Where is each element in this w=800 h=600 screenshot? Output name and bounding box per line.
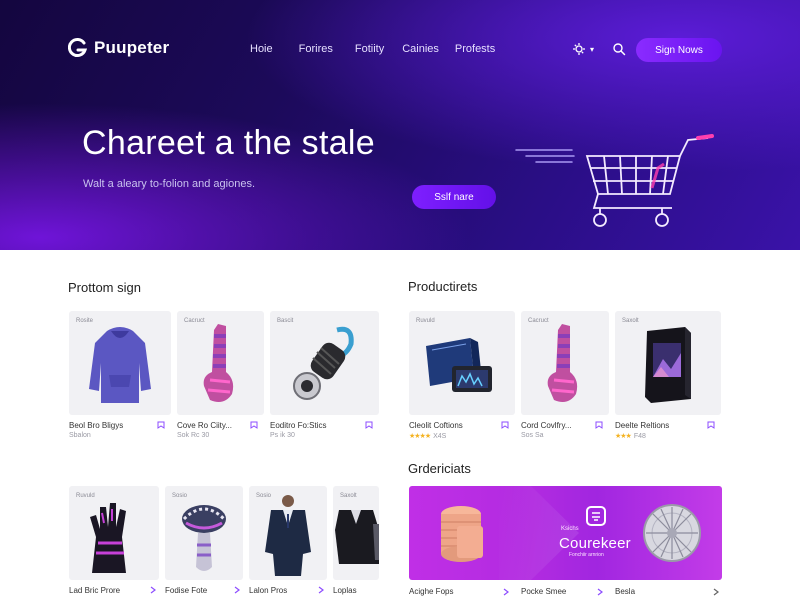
bookmark-icon[interactable] [365, 421, 373, 429]
product-image: Bascit [270, 311, 379, 415]
product-card[interactable]: Bascit Eoditro Fo:Stics Ps ik 30 [270, 311, 379, 446]
logo[interactable]: Puupeter [68, 38, 169, 58]
product-name: Deelte Reltions [615, 421, 670, 430]
promo-brand-tag: Fonchiir arnrion [569, 552, 604, 558]
product-name: Loplas [333, 586, 357, 595]
promo-caption-3[interactable]: Besla [615, 587, 635, 596]
section-title-productirets: Productirets [408, 279, 478, 294]
bookmark-icon[interactable] [707, 421, 715, 429]
product-card[interactable]: Ruvuld Cleolit Coftions ★★★★ X4S [409, 311, 515, 446]
logo-icon [68, 38, 88, 57]
bookmark-icon[interactable] [250, 421, 258, 429]
product-meta: Ps ik 30 [270, 432, 295, 439]
product-image: Sosio [249, 486, 327, 580]
nav-item-activity[interactable]: Fotiity [355, 43, 384, 55]
product-card[interactable]: Cacruct Cord Covlfry... Sos Sa [521, 311, 609, 446]
product-meta: Sok Rc 30 [177, 432, 210, 439]
search-icon[interactable] [612, 42, 626, 56]
product-name: Cove Ro Ciity... [177, 421, 232, 430]
chevron-right-icon[interactable] [502, 588, 510, 596]
promo-caption-1[interactable]: Acighe Fops [409, 587, 453, 596]
product-image: Sosio [165, 486, 243, 580]
brand-logo-icon [586, 506, 606, 526]
product-name: Eoditro Fo:Stics [270, 421, 327, 430]
banner-decoration [499, 486, 579, 580]
product-image: Saxolt [615, 311, 721, 415]
promo-caption-2[interactable]: Pocke Smee [521, 587, 566, 596]
product-tag: Ruvuld [416, 318, 435, 324]
product-card[interactable]: Sosio Fodise Fote [165, 486, 243, 600]
nav-item-products[interactable]: Profests [455, 43, 495, 55]
sign-up-button[interactable]: Sign Nows [636, 38, 722, 62]
chevron-down-icon[interactable]: ▾ [590, 45, 594, 54]
sock-image [547, 324, 578, 403]
product-image: Cacruct [177, 311, 264, 415]
sock-image [203, 324, 233, 403]
chevron-right-icon[interactable] [317, 586, 325, 594]
product-meta: Sos Sa [521, 432, 544, 439]
promo-brand: Courekeer [559, 535, 631, 552]
coin-stack-image [441, 506, 483, 562]
product-image: Cacruct [521, 311, 609, 415]
jacket-image [335, 509, 379, 564]
carabiner-image [292, 326, 354, 401]
beanie-image [182, 504, 226, 571]
product-card[interactable]: Rosite Beol Bro Bligys Sbalon [69, 311, 171, 446]
rating-stars: ★★★ [615, 433, 632, 440]
shopping-cart-illustration [515, 134, 714, 227]
product-name: Beol Bro Bligys [69, 421, 124, 430]
product-image: Ruvuld [69, 486, 159, 580]
product-box-image [645, 327, 691, 404]
product-name: Fodise Fote [165, 586, 208, 595]
product-name: Cord Covlfry... [521, 421, 572, 430]
section-title-prottom: Prottom sign [68, 280, 141, 295]
product-name: Cleolit Coftions [409, 421, 463, 430]
rating-stars: ★★★★ [409, 433, 431, 440]
hero-subtitle: Walt a aleary to-folion and agiones. [83, 178, 256, 190]
nav-item-features[interactable]: Forires [299, 43, 333, 55]
product-meta: ★★★★ X4S [409, 433, 447, 440]
product-name: Lad Bric Prore [69, 586, 121, 595]
product-card[interactable]: Sosio Lalon Pros [249, 486, 327, 600]
hoodie-image [89, 327, 151, 404]
wheel-image [643, 504, 701, 562]
nav-item-home[interactable]: Hoie [250, 43, 273, 55]
section-title-grdericiats: Grdericiats [408, 461, 471, 476]
product-card[interactable]: Ruvuld Lad Bric Prore [69, 486, 159, 600]
product-card[interactable]: Saxolt Loplas [333, 486, 379, 600]
settings-icon[interactable] [572, 42, 586, 56]
logo-text: Puupeter [94, 38, 170, 57]
bookmark-icon[interactable] [157, 421, 165, 429]
product-name: Lalon Pros [249, 586, 288, 595]
gloves-image [90, 502, 126, 573]
product-image: Rosite [69, 311, 171, 415]
suit-image [265, 494, 311, 576]
bookmark-icon[interactable] [595, 421, 603, 429]
product-meta: ★★★ F48 [615, 433, 646, 440]
product-meta: Sbalon [69, 432, 91, 439]
chevron-right-icon[interactable] [596, 588, 604, 596]
hero-title: Chareet a the stale [82, 124, 375, 162]
electronics-box-image [426, 338, 492, 393]
chevron-right-icon[interactable] [712, 588, 720, 596]
product-card[interactable]: Saxolt Deelte Reltions ★★★ F48 [615, 311, 721, 446]
product-tag: Saxolt [340, 493, 357, 499]
bookmark-icon[interactable] [501, 421, 509, 429]
product-image: Saxolt [333, 486, 379, 580]
hero-banner: Puupeter Hoie Forires Fotiity Cainies Pr… [0, 0, 800, 250]
promo-banner[interactable]: Ksichs Courekeer Fonchiir arnrion [409, 486, 722, 580]
hero-cta-button[interactable]: Sslf nare [412, 185, 496, 209]
nav-item-categories[interactable]: Cainies [402, 43, 439, 55]
chevron-right-icon[interactable] [233, 586, 241, 594]
chevron-right-icon[interactable] [149, 586, 157, 594]
product-card[interactable]: Cacruct Cove Ro Ciity... Sok Rc 30 [177, 311, 264, 446]
header-icons: ▾ [572, 42, 626, 56]
product-image: Ruvuld [409, 311, 515, 415]
promo-brand-small: Ksichs [561, 526, 579, 532]
main-nav: Hoie Forires Fotiity Cainies Profests [250, 43, 515, 55]
